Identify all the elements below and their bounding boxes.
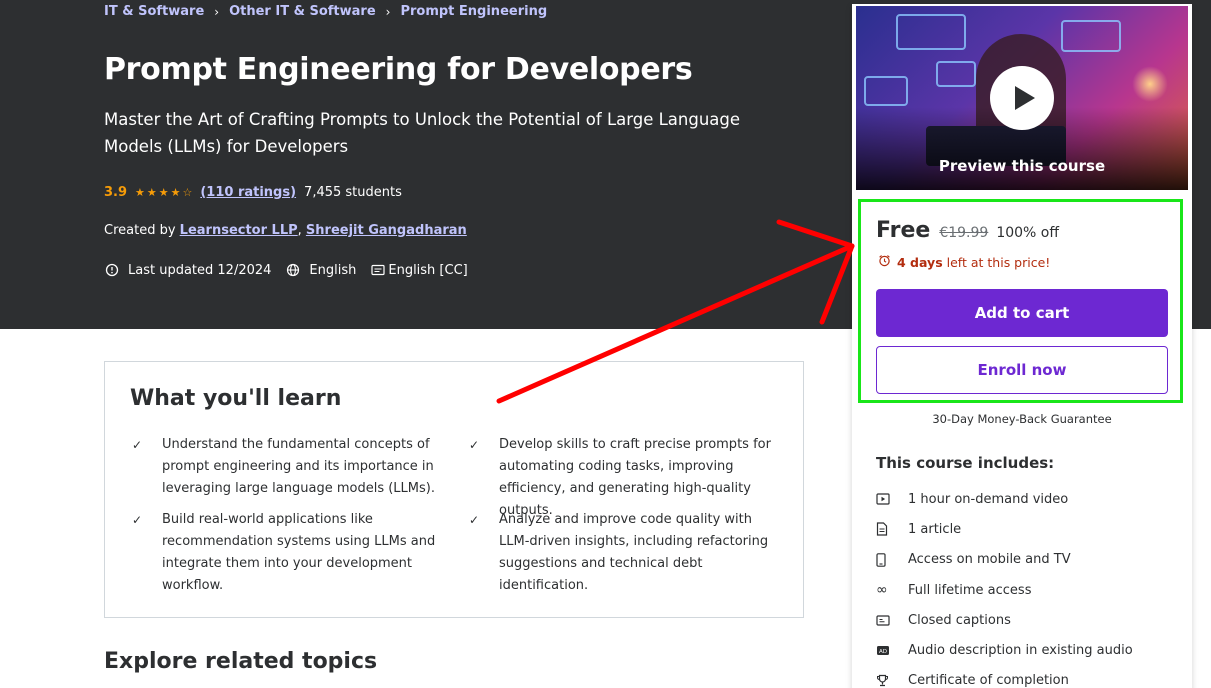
rating-value: 3.9 <box>104 185 128 200</box>
course-subtitle: Master the Art of Crafting Prompts to Un… <box>104 110 741 156</box>
article-icon <box>876 522 908 537</box>
annotation-highlight-box <box>858 199 1183 403</box>
breadcrumb-it-software[interactable]: IT & Software <box>104 4 204 19</box>
course-preview-video[interactable]: Preview this course <box>856 6 1188 190</box>
audio-description-icon: AD <box>876 645 908 656</box>
svg-text:AD: AD <box>879 649 887 655</box>
includes-item-label: Certificate of completion <box>908 673 1069 688</box>
breadcrumb-prompt-engineering[interactable]: Prompt Engineering <box>400 4 547 19</box>
created-by: Created by Learnsector LLP, Shreejit Gan… <box>104 223 467 238</box>
students-count: 7,455 students <box>304 185 402 200</box>
course-captions: English [CC] <box>388 262 468 278</box>
includes-item-label: Full lifetime access <box>908 582 1032 598</box>
learn-item: ✓ Understand the fundamental concepts of… <box>130 434 442 500</box>
infinity-icon: ∞ <box>876 582 888 599</box>
learn-item-text: Understand the fundamental concepts of p… <box>162 437 435 496</box>
explore-related-topics-heading: Explore related topics <box>104 649 378 674</box>
play-button-icon[interactable] <box>990 66 1054 130</box>
chevron-right-icon: › <box>385 4 391 19</box>
check-icon: ✓ <box>132 438 143 452</box>
learn-item-text: Build real-world applications like recom… <box>162 512 436 593</box>
learn-item-text: Analyze and improve code quality with LL… <box>499 512 769 593</box>
course-title: Prompt Engineering for Developers <box>104 52 693 87</box>
video-icon <box>876 493 908 505</box>
includes-item-label: 1 article <box>908 521 962 537</box>
learn-item: ✓ Analyze and improve code quality with … <box>467 509 779 597</box>
rating-row: 3.9 ★★★★☆ (110 ratings) 7,455 students <box>104 185 402 200</box>
captions-icon <box>876 615 908 626</box>
learn-title: What you'll learn <box>130 386 342 411</box>
author-link-learnsector[interactable]: Learnsector LLP <box>180 223 298 238</box>
created-by-label: Created by <box>104 223 176 238</box>
includes-item-label: Audio description in existing audio <box>908 643 1133 659</box>
includes-title: This course includes: <box>876 454 1055 472</box>
captions-icon <box>370 262 386 278</box>
breadcrumb-other-it-software[interactable]: Other IT & Software <box>229 4 376 19</box>
list-item: Access on mobile and TV <box>876 545 1133 575</box>
list-item: Closed captions <box>876 605 1133 635</box>
check-icon: ✓ <box>132 513 143 527</box>
trophy-icon <box>876 674 908 687</box>
what-youll-learn-box: What you'll learn ✓ Understand the funda… <box>104 361 804 618</box>
list-item: ∞ Full lifetime access <box>876 575 1133 605</box>
includes-list: 1 hour on-demand video 1 article Access … <box>876 484 1133 688</box>
list-item: Certificate of completion <box>876 666 1133 688</box>
list-item: 1 hour on-demand video <box>876 484 1133 514</box>
course-meta: Last updated 12/2024 English English [CC… <box>104 262 482 278</box>
star-rating-icons: ★★★★☆ <box>135 186 195 199</box>
mobile-icon <box>876 552 908 567</box>
last-updated: Last updated 12/2024 <box>128 262 272 278</box>
author-link-shreejit[interactable]: Shreejit Gangadharan <box>306 223 467 238</box>
globe-icon <box>285 262 301 278</box>
includes-item-label: Closed captions <box>908 612 1011 628</box>
course-language: English <box>309 262 357 278</box>
money-back-guarantee: 30-Day Money-Back Guarantee <box>932 412 1112 426</box>
list-item: 1 article <box>876 514 1133 544</box>
includes-item-label: 1 hour on-demand video <box>908 491 1069 507</box>
list-item: AD Audio description in existing audio <box>876 635 1133 665</box>
includes-item-label: Access on mobile and TV <box>908 552 1071 568</box>
ratings-count-link[interactable]: (110 ratings) <box>200 185 296 200</box>
chevron-right-icon: › <box>214 4 220 19</box>
check-icon: ✓ <box>469 513 480 527</box>
preview-course-label: Preview this course <box>938 157 1106 175</box>
breadcrumb: IT & Software › Other IT & Software › Pr… <box>104 4 547 19</box>
learn-item: ✓ Build real-world applications like rec… <box>130 509 442 597</box>
alert-clock-icon <box>104 262 120 278</box>
